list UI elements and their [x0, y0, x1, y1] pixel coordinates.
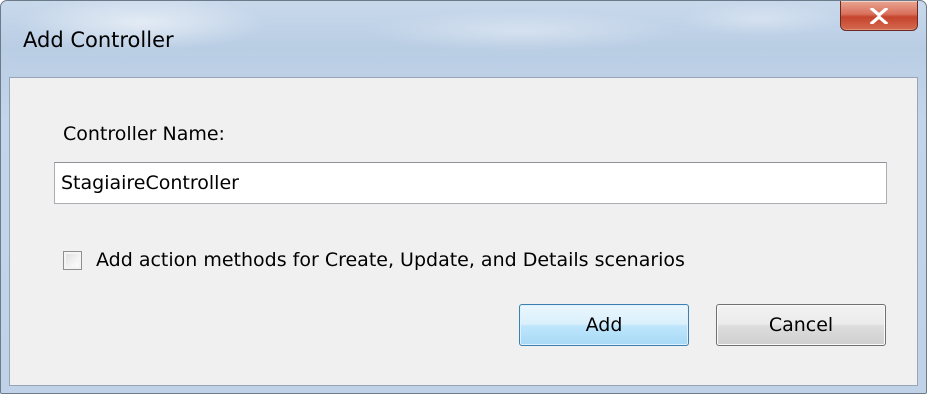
close-button[interactable]: [840, 1, 918, 31]
action-methods-checkbox-label[interactable]: Add action methods for Create, Update, a…: [96, 249, 685, 271]
add-controller-dialog: Add Controller Controller Name: Add acti…: [0, 0, 927, 394]
dialog-title: Add Controller: [23, 28, 174, 52]
add-button[interactable]: Add: [519, 304, 689, 346]
action-methods-checkbox[interactable]: [63, 250, 82, 270]
dialog-content: Controller Name: Add action methods for …: [9, 77, 918, 386]
cancel-button[interactable]: Cancel: [716, 304, 886, 346]
close-x-icon: [869, 7, 889, 24]
controller-name-label: Controller Name:: [63, 123, 225, 145]
controller-name-input[interactable]: [54, 162, 887, 204]
action-methods-option[interactable]: Add action methods for Create, Update, a…: [63, 249, 685, 271]
title-bar[interactable]: Add Controller: [1, 1, 926, 81]
